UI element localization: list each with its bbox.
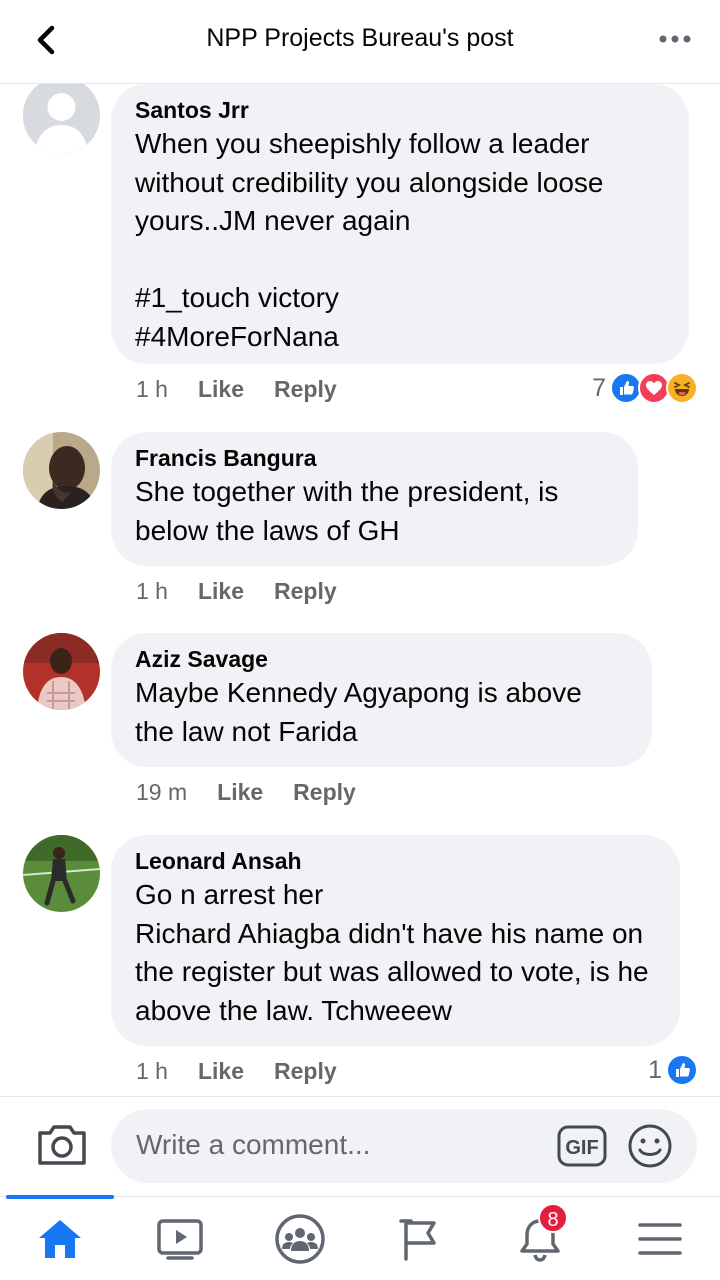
like-button[interactable]: Like [217,777,263,807]
gif-label: GIF [565,1137,598,1159]
groups-icon [275,1214,325,1264]
more-horizontal-icon [659,35,691,43]
comment-author[interactable]: Aziz Savage [135,644,628,674]
default-avatar-icon [23,84,100,154]
video-icon [157,1219,203,1260]
bottom-tab-bar: 8 [0,1195,720,1280]
comment-text: Maybe Kennedy Agyapong is above the law … [135,677,582,747]
comment-input-placeholder: Write a comment... [136,1129,371,1160]
notifications-badge: 8 [538,1203,568,1233]
emoji-button[interactable] [627,1123,673,1169]
comment-text: When you sheepishly follow a leader with… [135,128,604,352]
comments-list[interactable]: Santos Jrr When you sheepishly follow a … [0,84,720,1096]
tab-notifications[interactable]: 8 [510,1203,570,1267]
comment-composer: Write a comment... GIF [0,1096,720,1196]
home-icon [39,1220,81,1258]
comment-author[interactable]: Leonard Ansah [135,846,656,876]
comment-actions: 1 h Like Reply [136,576,367,606]
comment-time: 1 h [136,1058,168,1084]
like-reaction-icon [666,1054,698,1086]
tab-menu[interactable] [630,1211,690,1267]
comment-author[interactable]: Santos Jrr [135,95,665,125]
comment-bubble[interactable]: Francis Bangura She together with the pr… [111,432,638,566]
comment-text: Go n arrest her Richard Ahiagba didn't h… [135,879,649,1026]
post-header: NPP Projects Bureau's post [0,0,720,84]
camera-button[interactable] [36,1123,88,1167]
avatar[interactable] [23,432,100,509]
reply-button[interactable]: Reply [274,374,337,404]
user-photo-icon [23,633,100,710]
like-button[interactable]: Like [198,374,244,404]
smiley-icon [628,1124,672,1168]
comment-actions: 1 h Like Reply [136,1056,367,1086]
haha-reaction-icon [666,372,698,404]
comment-actions: 1 h Like Reply [136,374,367,404]
reply-button[interactable]: Reply [274,1056,337,1086]
user-photo-icon [23,835,100,912]
like-button[interactable]: Like [198,1056,244,1086]
comment-text: She together with the president, is belo… [135,476,559,546]
comment-input[interactable]: Write a comment... GIF [111,1109,697,1183]
comment-time: 1 h [136,578,168,604]
avatar[interactable] [23,835,100,912]
flag-icon [399,1219,436,1261]
hamburger-menu-icon [638,1223,682,1255]
tab-watch[interactable] [150,1211,210,1267]
comment-bubble[interactable]: Leonard Ansah Go n arrest her Richard Ah… [111,835,680,1046]
comment-bubble[interactable]: Aziz Savage Maybe Kennedy Agyapong is ab… [111,633,652,767]
tab-home[interactable] [30,1211,90,1267]
reaction-count: 7 [592,373,606,402]
like-button[interactable]: Like [198,576,244,606]
comment-time: 19 m [136,779,188,805]
page-title: NPP Projects Bureau's post [206,24,514,52]
gif-icon: GIF [557,1125,607,1167]
comment-actions: 19 m Like Reply [136,777,386,807]
avatar[interactable] [23,84,100,154]
tab-groups[interactable] [270,1211,330,1267]
gif-button[interactable]: GIF [557,1125,607,1167]
user-photo-icon [23,432,100,509]
reactions-summary[interactable]: 7 [592,372,698,404]
comment-bubble[interactable]: Santos Jrr When you sheepishly follow a … [111,84,689,364]
camera-icon [38,1125,86,1165]
tab-pages[interactable] [390,1211,450,1267]
reply-button[interactable]: Reply [293,777,356,807]
active-tab-indicator [6,1195,114,1199]
avatar[interactable] [23,633,100,710]
comment-time: 1 h [136,376,168,402]
reactions-summary[interactable]: 1 [648,1054,698,1086]
comment-author[interactable]: Francis Bangura [135,443,614,473]
more-options-button[interactable] [658,32,692,46]
reaction-count: 1 [648,1055,662,1084]
reply-button[interactable]: Reply [274,576,337,606]
